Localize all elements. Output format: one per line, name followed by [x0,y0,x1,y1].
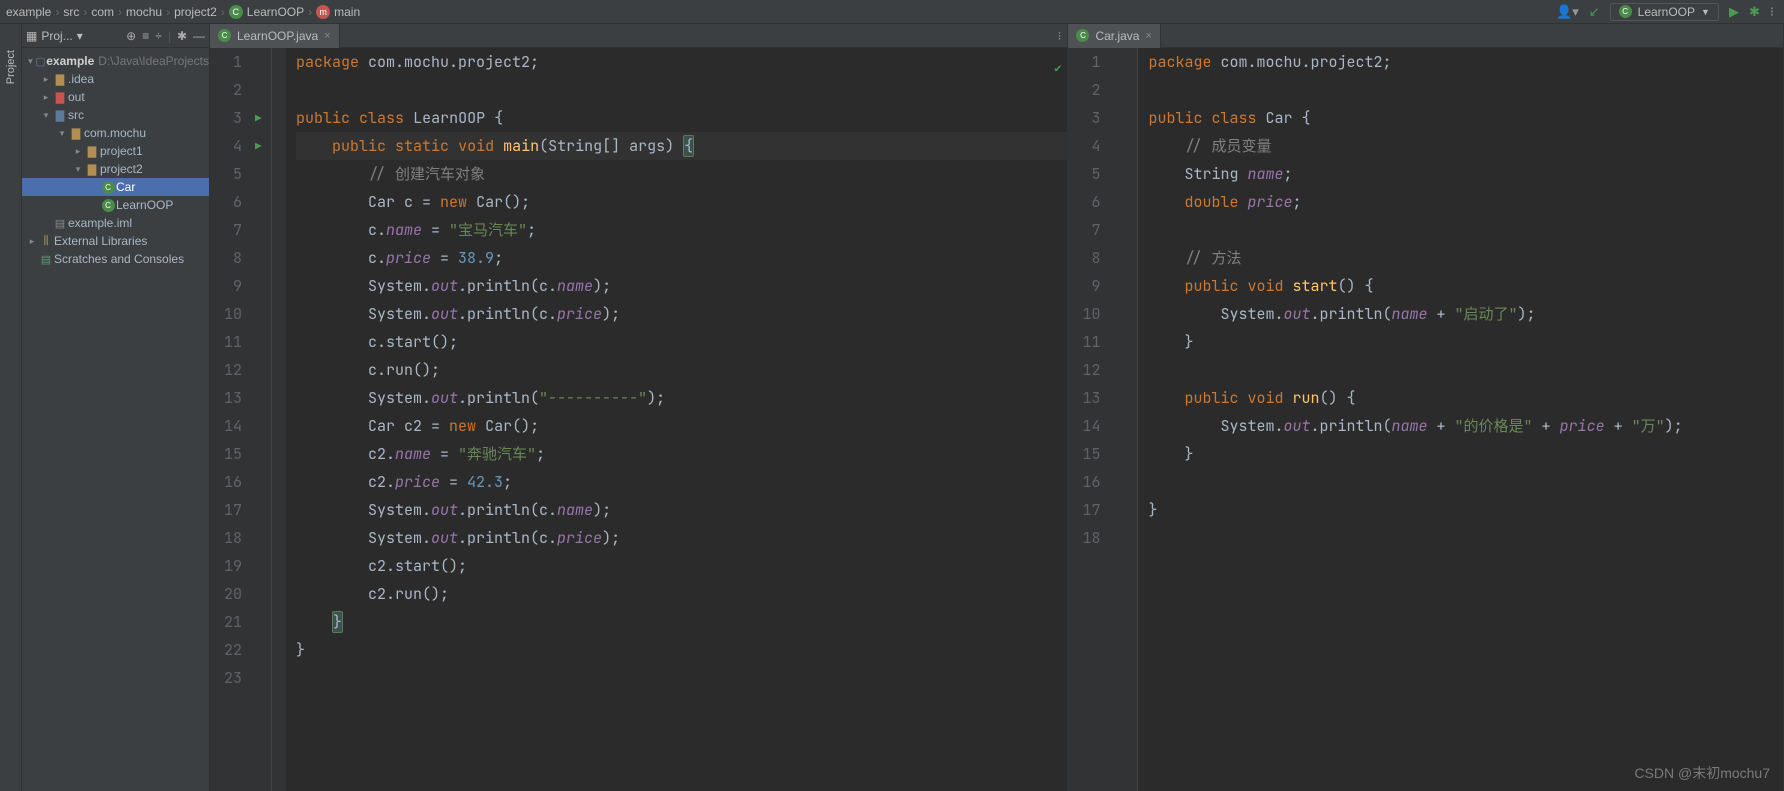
tree-class-car[interactable]: CCar [22,178,209,196]
editor-right: C Car.java × 123456789101112131415161718… [1068,24,1784,791]
fold-gutter[interactable] [272,48,286,791]
tab-label: Car.java [1095,29,1139,43]
expand-all-icon[interactable]: ≡ [142,29,149,43]
class-icon: C [218,29,231,42]
watermark: CSDN @末初mochu7 [1634,763,1770,783]
code-editor-right[interactable]: 123456789101112131415161718 package com.… [1068,48,1783,791]
line-numbers: 123456789101112131415161718 [1068,48,1110,791]
more-icon[interactable]: ⁝ [1770,4,1774,20]
tree-scratches[interactable]: ▤Scratches and Consoles [22,250,209,268]
close-icon[interactable]: × [324,30,330,42]
crumb[interactable]: mochu [126,5,162,19]
run-icon[interactable]: ▶ [1729,4,1739,20]
crumb[interactable]: com [91,5,114,19]
fold-gutter[interactable] [1110,48,1138,791]
project-tool-tab[interactable]: Project [5,50,17,84]
tree-folder-src[interactable]: ▾▇src [22,106,209,124]
settings-icon[interactable]: ✱ [177,29,187,43]
editor-split: C LearnOOP.java × ⁝ ✔ 123456789101112131… [210,24,1784,791]
tree-folder-out[interactable]: ▸▇out [22,88,209,106]
toolbar-right: 👤▾ ↙ C LearnOOP ▼ ▶ ✱ ⁝ [1556,3,1778,21]
breadcrumb[interactable]: example› src› com› mochu› project2› C Le… [6,5,360,19]
project-tool-title[interactable]: ▦ Proj...▾ [26,29,120,43]
tree-class-learnoop[interactable]: CLearnOOP [22,196,209,214]
class-icon: C [1619,5,1632,18]
close-icon[interactable]: × [1145,30,1151,42]
tree-package-project1[interactable]: ▸▇project1 [22,142,209,160]
class-icon: C [229,5,243,19]
method-icon: m [316,5,330,19]
tree-file-iml[interactable]: ▤example.iml [22,214,209,232]
user-icon[interactable]: 👤▾ [1556,4,1579,20]
run-config-label: LearnOOP [1638,5,1695,19]
tree-package[interactable]: ▾▇com.mochu [22,124,209,142]
top-toolbar: example› src› com› mochu› project2› C Le… [0,0,1784,24]
tab-bar-right: C Car.java × [1068,24,1783,48]
code-editor-left[interactable]: ✔ 1234567891011121314151617181920212223 … [210,48,1067,791]
chevron-down-icon: ▼ [1701,7,1710,17]
tab-label: LearnOOP.java [237,29,318,43]
tab-car[interactable]: C Car.java × [1068,24,1160,48]
collapse-all-icon[interactable]: ÷ [155,29,162,43]
project-tree[interactable]: ▾▢exampleD:\Java\IdeaProjects ▸▇.idea ▸▇… [22,48,209,791]
tree-package-project2[interactable]: ▾▇project2 [22,160,209,178]
run-line-icon[interactable]: ▶ [255,133,262,161]
project-tool-window: ▦ Proj...▾ ⊕ ≡ ÷ | ✱ — ▾▢exampleD:\Java\… [22,24,210,791]
crumb-method[interactable]: main [334,5,360,19]
run-config-selector[interactable]: C LearnOOP ▼ [1610,3,1719,21]
build-icon[interactable]: ↙ [1589,4,1600,20]
tool-window-stripe: Project [0,24,22,791]
project-tool-header: ▦ Proj...▾ ⊕ ≡ ÷ | ✱ — [22,24,209,48]
hide-icon[interactable]: — [193,29,205,43]
code-content-right[interactable]: package com.mochu.project2; public class… [1138,48,1783,791]
class-icon: C [1076,29,1089,42]
crumb-class[interactable]: LearnOOP [247,5,304,19]
crumb[interactable]: project2 [174,5,217,19]
tab-learnoop[interactable]: C LearnOOP.java × [210,24,340,48]
code-content-left[interactable]: package com.mochu.project2; public class… [286,48,1067,791]
editor-left: C LearnOOP.java × ⁝ ✔ 123456789101112131… [210,24,1068,791]
tree-folder-idea[interactable]: ▸▇.idea [22,70,209,88]
tab-overflow-icon[interactable]: ⁝ [1058,29,1068,43]
crumb[interactable]: example [6,5,51,19]
tree-root[interactable]: ▾▢exampleD:\Java\IdeaProjects [22,52,209,70]
run-gutter[interactable]: ▶ ▶ [252,48,272,791]
crumb[interactable]: src [63,5,79,19]
run-line-icon[interactable]: ▶ [255,105,262,133]
debug-icon[interactable]: ✱ [1749,4,1760,20]
select-opened-file-icon[interactable]: ⊕ [126,29,136,43]
line-numbers: 1234567891011121314151617181920212223 [210,48,252,791]
tab-bar-left: C LearnOOP.java × ⁝ [210,24,1067,48]
tree-external-libraries[interactable]: ▸⫼External Libraries [22,232,209,250]
